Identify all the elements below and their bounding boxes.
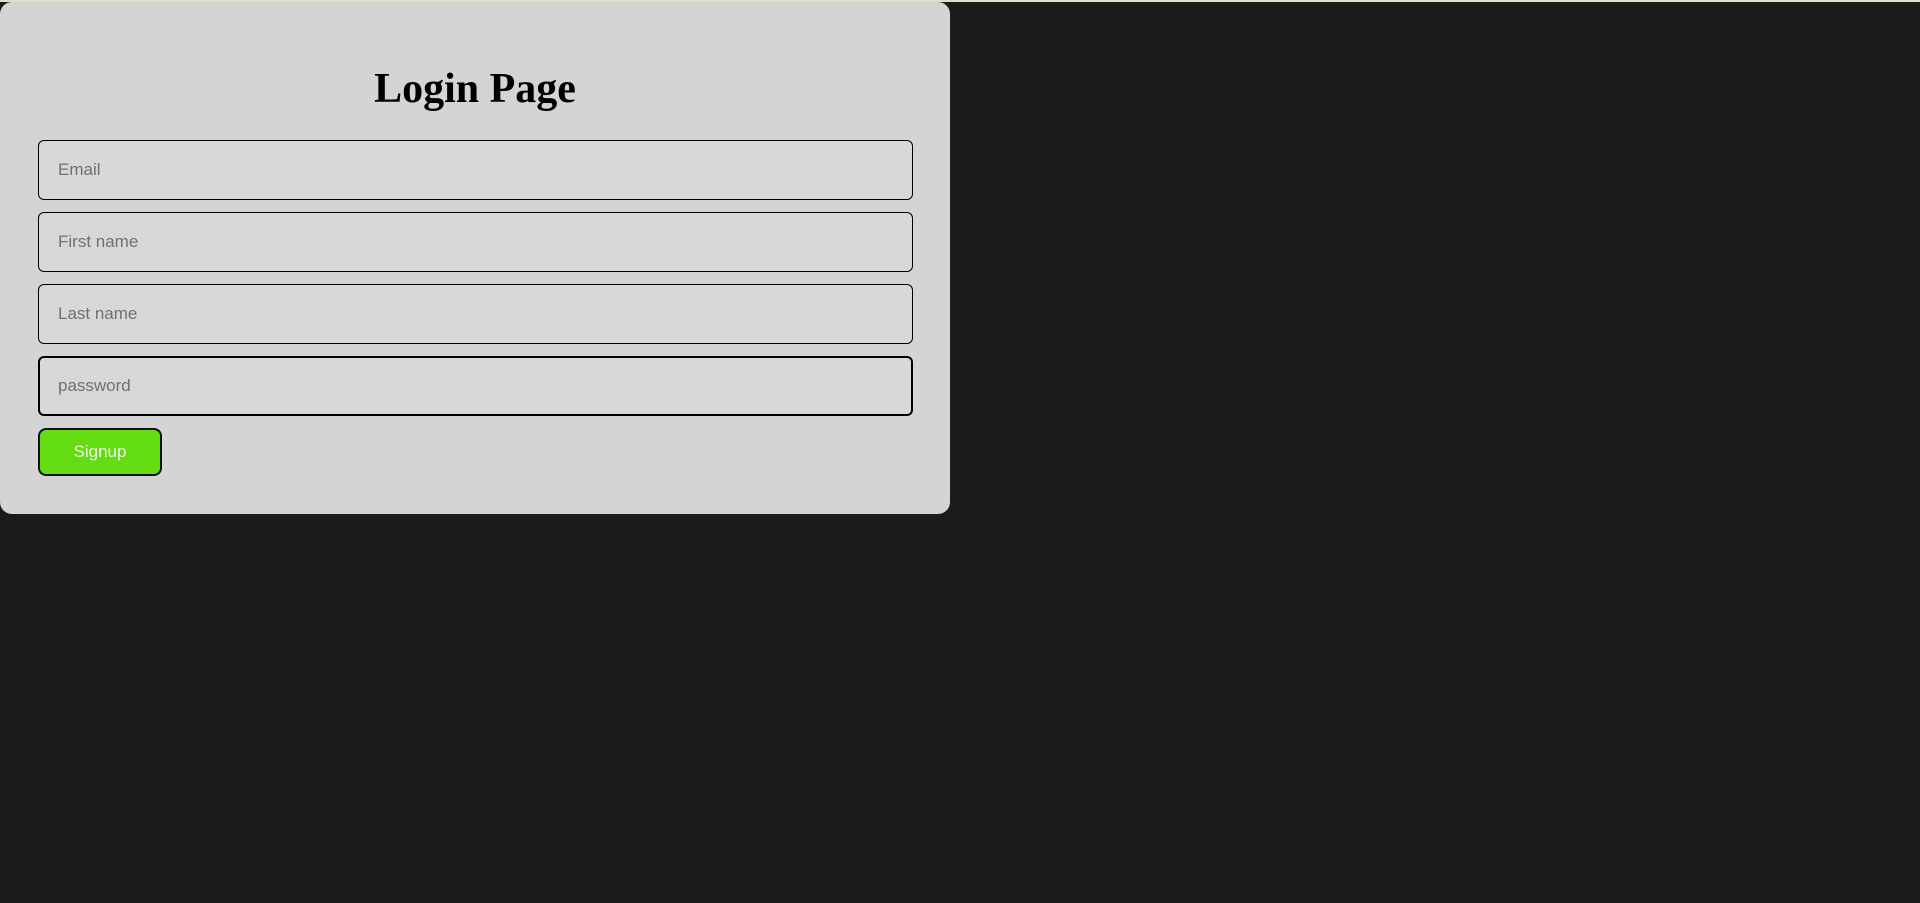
password-field[interactable] — [38, 356, 913, 416]
email-field[interactable] — [38, 140, 913, 200]
first-name-field[interactable] — [38, 212, 913, 272]
signup-button[interactable]: Signup — [38, 428, 162, 476]
page-title: Login Page — [374, 66, 576, 112]
signup-card: Login Page Signup — [0, 2, 950, 514]
last-name-field[interactable] — [38, 284, 913, 344]
